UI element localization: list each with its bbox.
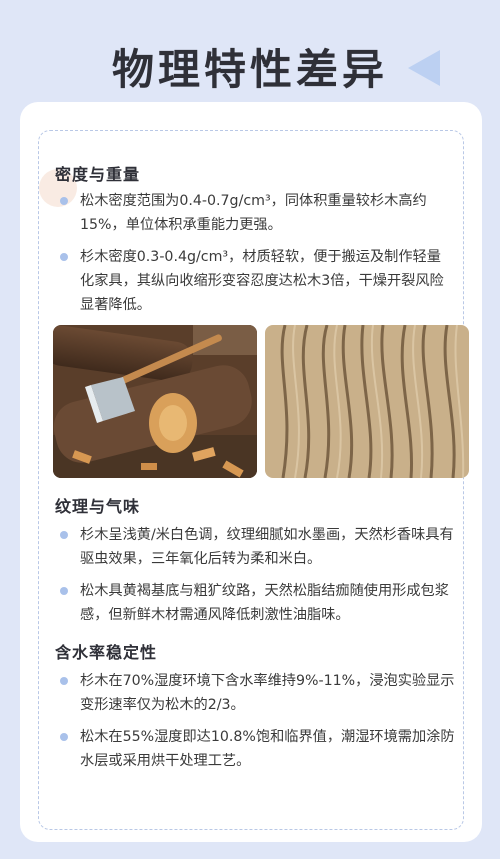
bullet-item: 松木具黄褐基底与粗犷纹路，天然松脂结痂随使用形成包浆感，但新鲜木材需通风降低刺激… <box>55 579 455 627</box>
bullet-dot-icon <box>60 587 68 595</box>
bullet-dot-icon <box>60 733 68 741</box>
wood-grain-photo <box>265 325 469 478</box>
bullet-item: 松木在55%湿度即达10.8%饱和临界值，潮湿环境需加涂防水层或采用烘干处理工艺… <box>55 725 455 773</box>
bullet-text: 杉木密度0.3-0.4g/cm³，材质轻软，便于搬运及制作轻量化家具，其纵向收缩… <box>80 249 444 313</box>
dashed-frame: 密度与重量 松木密度范围为0.4-0.7g/cm³，同体积重量较杉木高约15%，… <box>38 130 469 830</box>
bullet-dot-icon <box>60 197 68 205</box>
section-heading-density: 密度与重量 <box>55 165 141 184</box>
bullet-text: 松木密度范围为0.4-0.7g/cm³，同体积重量较杉木高约15%，单位体积承重… <box>80 193 427 233</box>
bullet-item: 杉木密度0.3-0.4g/cm³，材质轻软，便于搬运及制作轻量化家具，其纵向收缩… <box>55 245 455 317</box>
bullet-dot-icon <box>60 677 68 685</box>
log-axe-photo <box>53 325 257 478</box>
bullet-text: 松木在55%湿度即达10.8%饱和临界值，潮湿环境需加涂防水层或采用烘干处理工艺… <box>80 729 455 769</box>
bullet-item: 松木密度范围为0.4-0.7g/cm³，同体积重量较杉木高约15%，单位体积承重… <box>55 189 455 237</box>
bullet-text: 杉木呈浅黄/米白色调，纹理细腻如水墨画，天然杉香味具有驱虫效果，三年氧化后转为柔… <box>80 527 454 567</box>
bullet-item: 杉木在70%湿度环境下含水率维持9%-11%，浸泡实验显示变形速率仅为松木的2/… <box>55 669 455 717</box>
bullet-text: 松木具黄褐基底与粗犷纹路，天然松脂结痂随使用形成包浆感，但新鲜木材需通风降低刺激… <box>80 583 449 623</box>
bullet-dot-icon <box>60 253 68 261</box>
content-card: 密度与重量 松木密度范围为0.4-0.7g/cm³，同体积重量较杉木高约15%，… <box>20 102 482 842</box>
section-heading-moisture: 含水率稳定性 <box>55 643 158 662</box>
bullet-dot-icon <box>60 531 68 539</box>
bullet-text: 杉木在70%湿度环境下含水率维持9%-11%，浸泡实验显示变形速率仅为松木的2/… <box>80 673 455 713</box>
bullet-item: 杉木呈浅黄/米白色调，纹理细腻如水墨画，天然杉香味具有驱虫效果，三年氧化后转为柔… <box>55 523 455 571</box>
section-heading-texture: 纹理与气味 <box>55 497 141 516</box>
triangle-arrow-icon <box>408 50 440 86</box>
